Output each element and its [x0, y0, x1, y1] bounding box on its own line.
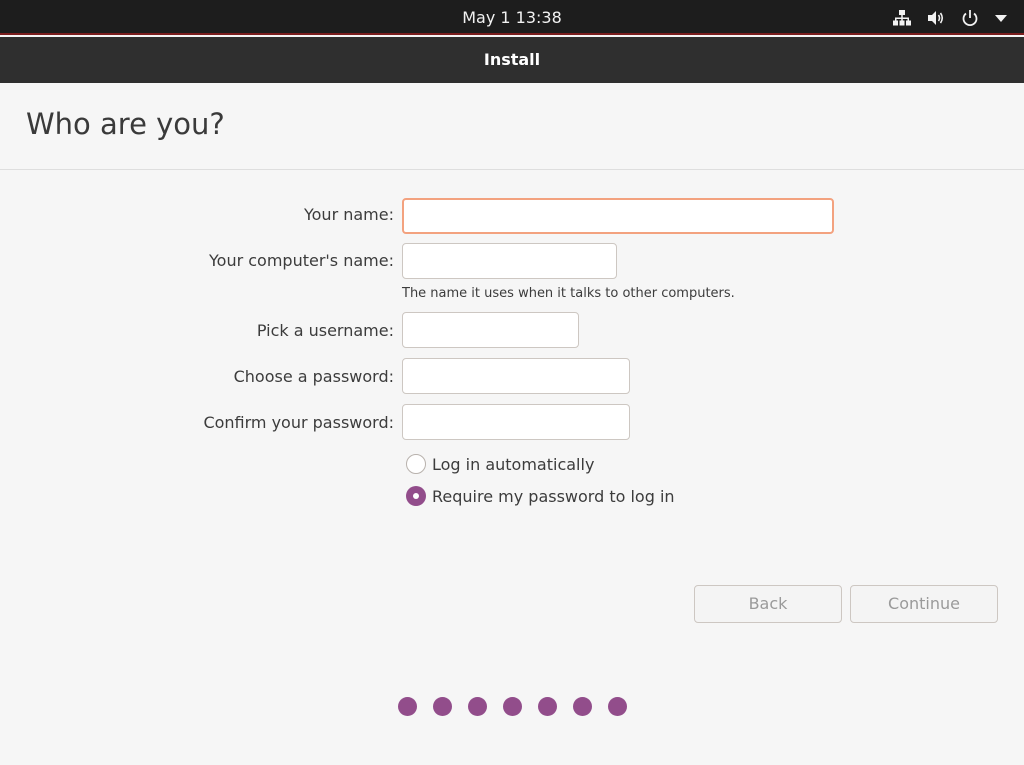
auto-login-radio[interactable] [406, 454, 426, 474]
password-label: Choose a password: [233, 367, 394, 386]
network-icon[interactable] [892, 9, 912, 27]
password-field[interactable] [402, 358, 630, 394]
progress-dot [433, 697, 452, 716]
confirm-password-label: Confirm your password: [203, 413, 394, 432]
confirm-password-field[interactable] [402, 404, 630, 440]
panel-accent-line [0, 33, 1024, 35]
clock[interactable]: May 1 13:38 [0, 0, 1024, 35]
require-password-radio[interactable] [406, 486, 426, 506]
auto-login-label: Log in automatically [432, 454, 595, 474]
computer-name-hint: The name it uses when it talks to other … [402, 286, 735, 301]
power-icon[interactable] [960, 8, 980, 28]
back-button[interactable]: Back [694, 585, 842, 623]
username-field[interactable] [402, 312, 579, 348]
name-field[interactable] [402, 198, 834, 234]
progress-dot [503, 697, 522, 716]
computer-name-label: Your computer's name: [209, 251, 394, 270]
menu-arrow-icon[interactable] [994, 13, 1008, 23]
progress-dot [608, 697, 627, 716]
progress-dot [398, 697, 417, 716]
progress-dot [468, 697, 487, 716]
window-title: Install [0, 37, 1024, 83]
step-progress [398, 697, 627, 716]
volume-icon[interactable] [926, 9, 946, 27]
progress-dot [573, 697, 592, 716]
auto-login-option[interactable]: Log in automatically [406, 454, 594, 474]
top-panel: May 1 13:38 [0, 0, 1024, 35]
system-indicators[interactable] [892, 0, 1008, 35]
progress-dot [538, 697, 557, 716]
require-password-option[interactable]: Require my password to log in [406, 486, 675, 506]
page-title: Who are you? [26, 107, 225, 141]
name-label: Your name: [303, 205, 394, 224]
computer-name-field[interactable] [402, 243, 617, 279]
require-password-label: Require my password to log in [432, 486, 675, 506]
header-divider [0, 169, 1024, 170]
continue-button[interactable]: Continue [850, 585, 998, 623]
installer-page: Who are you? Your name: Your computer's … [0, 83, 1024, 765]
username-label: Pick a username: [256, 321, 394, 340]
